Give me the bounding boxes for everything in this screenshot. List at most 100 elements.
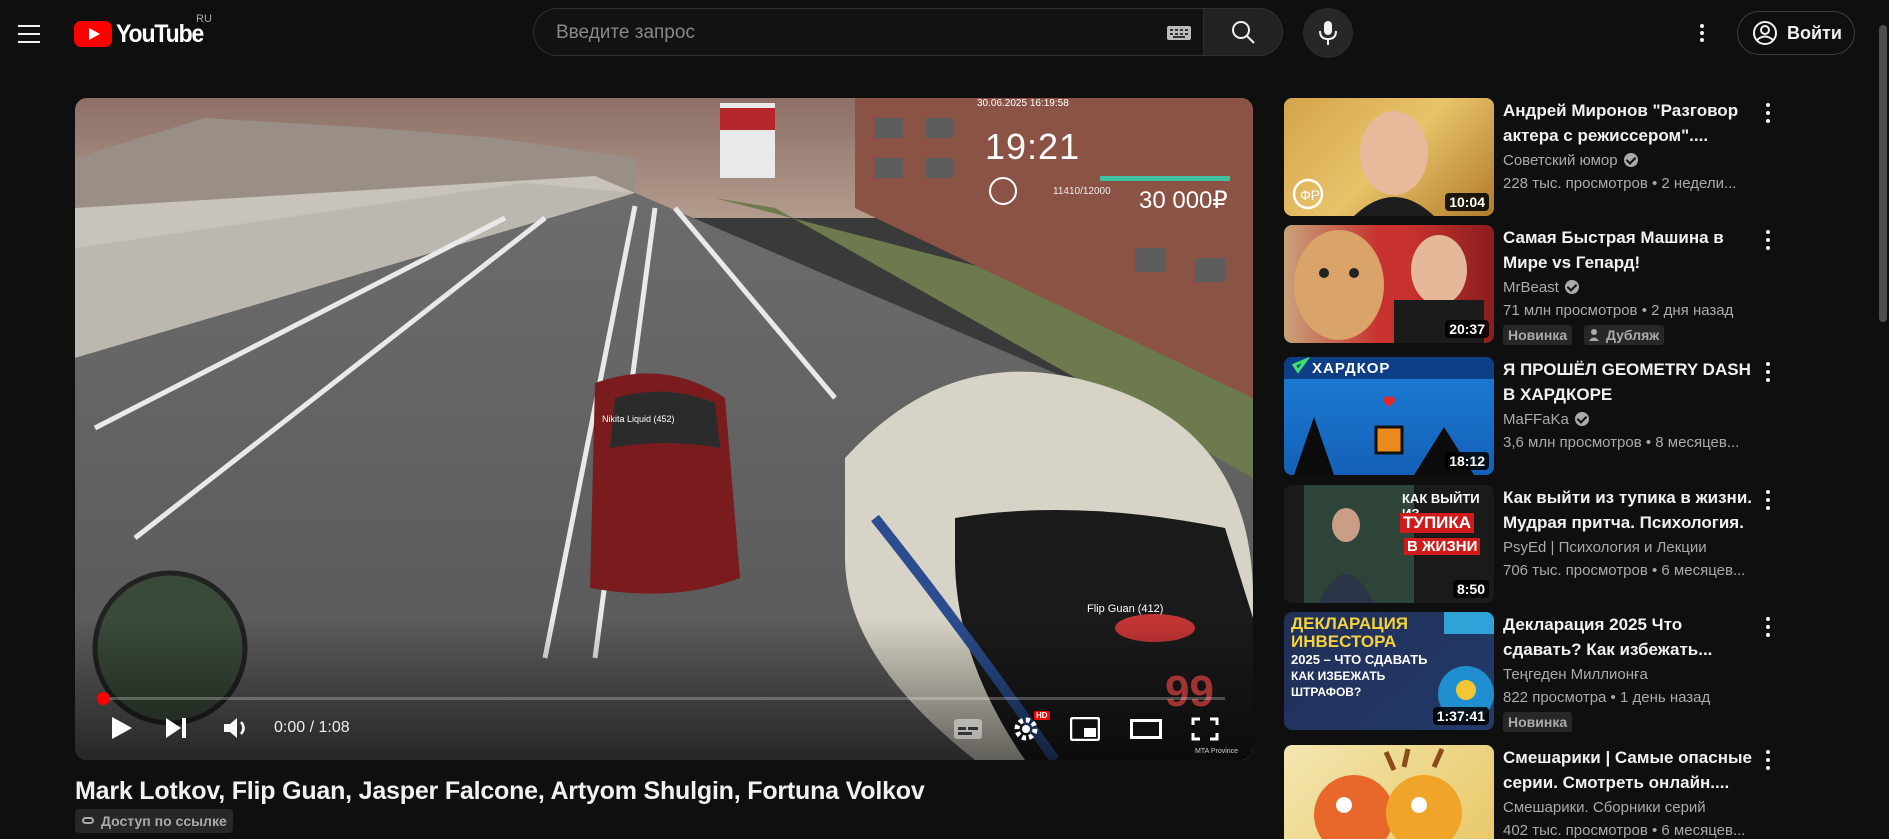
video-meta: 822 просмотра • 1 день назад (1503, 689, 1711, 706)
fullscreen-icon[interactable] (1191, 717, 1219, 741)
play-icon[interactable] (107, 714, 135, 742)
duration-badge: 1:37:41 (1432, 707, 1489, 725)
keyboard-icon[interactable] (1167, 26, 1191, 40)
more-actions-button[interactable] (1763, 102, 1773, 124)
more-vert-icon (1766, 617, 1770, 621)
video-thumbnail[interactable]: ХАРДКОР 18:12 (1284, 357, 1494, 475)
channel-label: MrBeast (1503, 279, 1559, 296)
link-icon (82, 817, 94, 824)
volume-icon[interactable] (222, 715, 250, 741)
sign-in-label: Войти (1787, 23, 1842, 43)
more-actions-button[interactable] (1763, 489, 1773, 511)
channel-label: Теңгеден Миллионға (1503, 666, 1648, 683)
dub-icon (1589, 329, 1599, 341)
hd-badge: HD (1034, 711, 1050, 720)
thumbnail-caption-line: ТУПИКА (1400, 513, 1475, 533)
channel-label: Смешарики. Сборники серий (1503, 799, 1706, 816)
video-thumbnail[interactable]: КАК ВЫЙТИ ИЗ ТУПИКА В ЖИЗНИ 8:50 (1284, 485, 1494, 603)
voice-search-button[interactable] (1303, 8, 1353, 58)
recommendation-item[interactable]: ДЕКЛАРАЦИЯ ИНВЕСТОРА 2025 – ЧТО СДАВАТЬ … (1284, 612, 1864, 732)
video-thumbnail[interactable]: ФР 10:04 (1284, 98, 1494, 216)
menu-button[interactable] (14, 18, 46, 50)
verified-icon (1564, 280, 1579, 294)
recommendation-title[interactable]: Я ПРОШЁЛ GEOMETRY DASH В ХАРДКОРЕ (1503, 357, 1758, 407)
recommendation-item[interactable]: Смешарики | Самые опасные серии. Смотрет… (1284, 745, 1864, 839)
recommendation-item[interactable]: КАК ВЫЙТИ ИЗ ТУПИКА В ЖИЗНИ 8:50 Как вый… (1284, 485, 1864, 603)
progress-bar[interactable] (103, 697, 1225, 700)
duration-badge: 8:50 (1452, 580, 1489, 598)
recommendation-item[interactable]: ФР 10:04 Андрей Миронов "Разговор актера… (1284, 98, 1864, 216)
thumbnail-art (1314, 747, 1462, 839)
microphone-icon (1319, 21, 1337, 45)
verified-icon (1623, 153, 1638, 167)
channel-name[interactable]: Советский юмор (1503, 152, 1638, 169)
progress-scrubber[interactable] (97, 692, 110, 705)
recommendation-title[interactable]: Смешарики | Самые опасные серии. Смотрет… (1503, 745, 1758, 795)
recommendation-title[interactable]: Декларация 2025 Что сдавать? Как избежат… (1503, 612, 1758, 662)
logo-text: YouTube (116, 19, 204, 48)
svg-text:99: 99 (1165, 667, 1214, 716)
sign-in-button[interactable]: Войти (1737, 11, 1855, 55)
more-actions-button[interactable] (1763, 616, 1773, 638)
hamburger-icon-line (18, 33, 40, 35)
access-label: Доступ по ссылке (101, 813, 227, 829)
settings-menu-button[interactable] (1686, 16, 1718, 50)
time-display: 0:00 / 1:08 (274, 719, 350, 736)
video-thumbnail[interactable]: ДЕКЛАРАЦИЯ ИНВЕСТОРА 2025 – ЧТО СДАВАТЬ … (1284, 612, 1494, 730)
masthead: YouTube RU Войти (0, 0, 1889, 66)
search-input[interactable] (554, 9, 1138, 57)
dubbed-badge: Дубляж (1584, 325, 1665, 345)
channel-label: Советский юмор (1503, 152, 1618, 169)
overlay-watermark: MTA Province (1195, 748, 1239, 755)
more-vert-icon (1766, 490, 1770, 494)
video-meta: 3,6 млн просмотров • 8 месяцев... (1503, 434, 1740, 451)
channel-name[interactable]: MaFFaKa (1503, 411, 1589, 428)
thumbnail-caption-line: В ЖИЗНИ (1404, 538, 1481, 555)
theater-mode-icon[interactable] (1130, 719, 1162, 739)
hamburger-icon (18, 25, 40, 27)
recommendation-title[interactable]: Самая Быстрая Машина в Мире vs Гепард! (1503, 225, 1758, 275)
overlay-player-tag: Flip Guan (412) (1087, 603, 1164, 615)
miniplayer-icon[interactable] (1070, 717, 1100, 741)
more-vert-icon (1766, 362, 1770, 366)
overlay-timestamp: 30.06.2025 16:19:58 (977, 98, 1069, 109)
video-meta: 71 млн просмотров • 2 дня назад (1503, 302, 1734, 319)
recommendation-title[interactable]: Андрей Миронов "Разговор актера с режисс… (1503, 98, 1758, 148)
duration-badge: 20:37 (1445, 320, 1489, 338)
thumbnail-caption-line: ШТРАФОВ? (1291, 685, 1362, 699)
youtube-logo[interactable]: YouTube RU (74, 13, 212, 48)
channel-name[interactable]: PsyEd | Психология и Лекции (1503, 539, 1707, 556)
more-actions-button[interactable] (1763, 361, 1773, 383)
duration-badge: 10:04 (1445, 193, 1489, 211)
next-icon[interactable] (163, 715, 189, 741)
thumbnail-caption-line: 2025 – ЧТО СДАВАТЬ (1291, 652, 1428, 667)
channel-label: PsyEd | Психология и Лекции (1503, 539, 1707, 556)
video-frame: 99 (75, 98, 1253, 760)
channel-label: MaFFaKa (1503, 411, 1569, 428)
page-scrollbar[interactable] (1879, 25, 1887, 322)
youtube-play-icon (74, 21, 112, 47)
search-button[interactable] (1203, 8, 1283, 56)
new-badge: Новинка (1503, 325, 1573, 345)
more-actions-button[interactable] (1763, 749, 1773, 771)
video-thumbnail[interactable]: 20:37 (1284, 225, 1494, 343)
recommendation-item[interactable]: ХАРДКОР 18:12 Я ПРОШЁЛ GEOMETRY DASH В Х… (1284, 357, 1864, 475)
video-player[interactable]: 99 30.06.2025 16:19:58 19:21 11410/12000… (75, 98, 1253, 760)
thumbnail-caption: ХАРДКОР (1312, 360, 1391, 377)
hamburger-icon-line (18, 41, 40, 43)
channel-name[interactable]: Смешарики. Сборники серий (1503, 799, 1706, 816)
video-meta: 706 тыс. просмотров • 6 месяцев... (1503, 562, 1746, 579)
channel-name[interactable]: MrBeast (1503, 279, 1579, 296)
overlay-speed: 11410/12000 (1053, 186, 1111, 197)
recommendation-item[interactable]: 20:37 Самая Быстрая Машина в Мире vs Геп… (1284, 225, 1864, 345)
channel-name[interactable]: Теңгеден Миллионға (1503, 666, 1648, 683)
subtitles-icon[interactable] (953, 718, 983, 740)
video-thumbnail[interactable] (1284, 745, 1494, 839)
thumbnail-caption-line: КАК ИЗБЕЖАТЬ (1291, 669, 1386, 683)
recommendation-title[interactable]: Как выйти из тупика в жизни. Мудрая прит… (1503, 485, 1758, 535)
more-vert-icon (1766, 750, 1770, 754)
svg-text:ФР: ФР (1300, 187, 1320, 203)
region-code: RU (196, 13, 212, 25)
more-actions-button[interactable] (1763, 229, 1773, 251)
more-vert-icon (1766, 230, 1770, 234)
